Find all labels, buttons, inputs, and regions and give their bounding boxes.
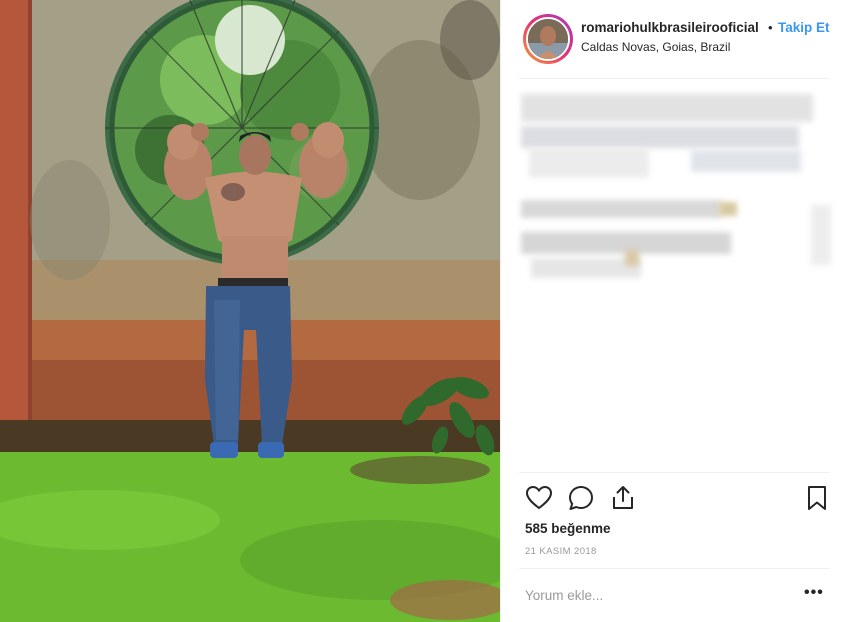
avatar[interactable] xyxy=(526,17,570,61)
follow-button[interactable]: Takip Et xyxy=(778,20,830,35)
header-divider xyxy=(519,78,829,79)
separator-dot: • xyxy=(768,20,773,35)
location-link[interactable]: Caldas Novas, Goias, Brazil xyxy=(581,40,730,54)
photo-illustration xyxy=(0,0,500,622)
comment-divider xyxy=(519,568,829,569)
post-sidebar: romariohulkbrasileirooficial • Takip Et … xyxy=(500,0,850,622)
comment-input[interactable] xyxy=(525,584,785,606)
post-header: romariohulkbrasileirooficial • Takip Et … xyxy=(521,14,831,70)
actions-divider xyxy=(519,472,829,473)
username-link[interactable]: romariohulkbrasileirooficial xyxy=(581,20,759,35)
comment-icon[interactable] xyxy=(567,484,595,512)
avatar-image xyxy=(528,19,568,59)
avatar-story-ring[interactable] xyxy=(523,14,573,64)
post-photo[interactable] xyxy=(0,0,500,622)
more-options-button[interactable]: ••• xyxy=(804,584,824,602)
likes-count[interactable]: 585 beğenme xyxy=(525,521,611,536)
post-date[interactable]: 21 KASIM 2018 xyxy=(525,546,597,557)
instagram-post: romariohulkbrasileirooficial • Takip Et … xyxy=(0,0,850,622)
share-icon[interactable] xyxy=(609,484,637,512)
heart-icon[interactable] xyxy=(525,484,553,512)
action-bar xyxy=(525,484,831,514)
bookmark-icon[interactable] xyxy=(803,484,831,512)
